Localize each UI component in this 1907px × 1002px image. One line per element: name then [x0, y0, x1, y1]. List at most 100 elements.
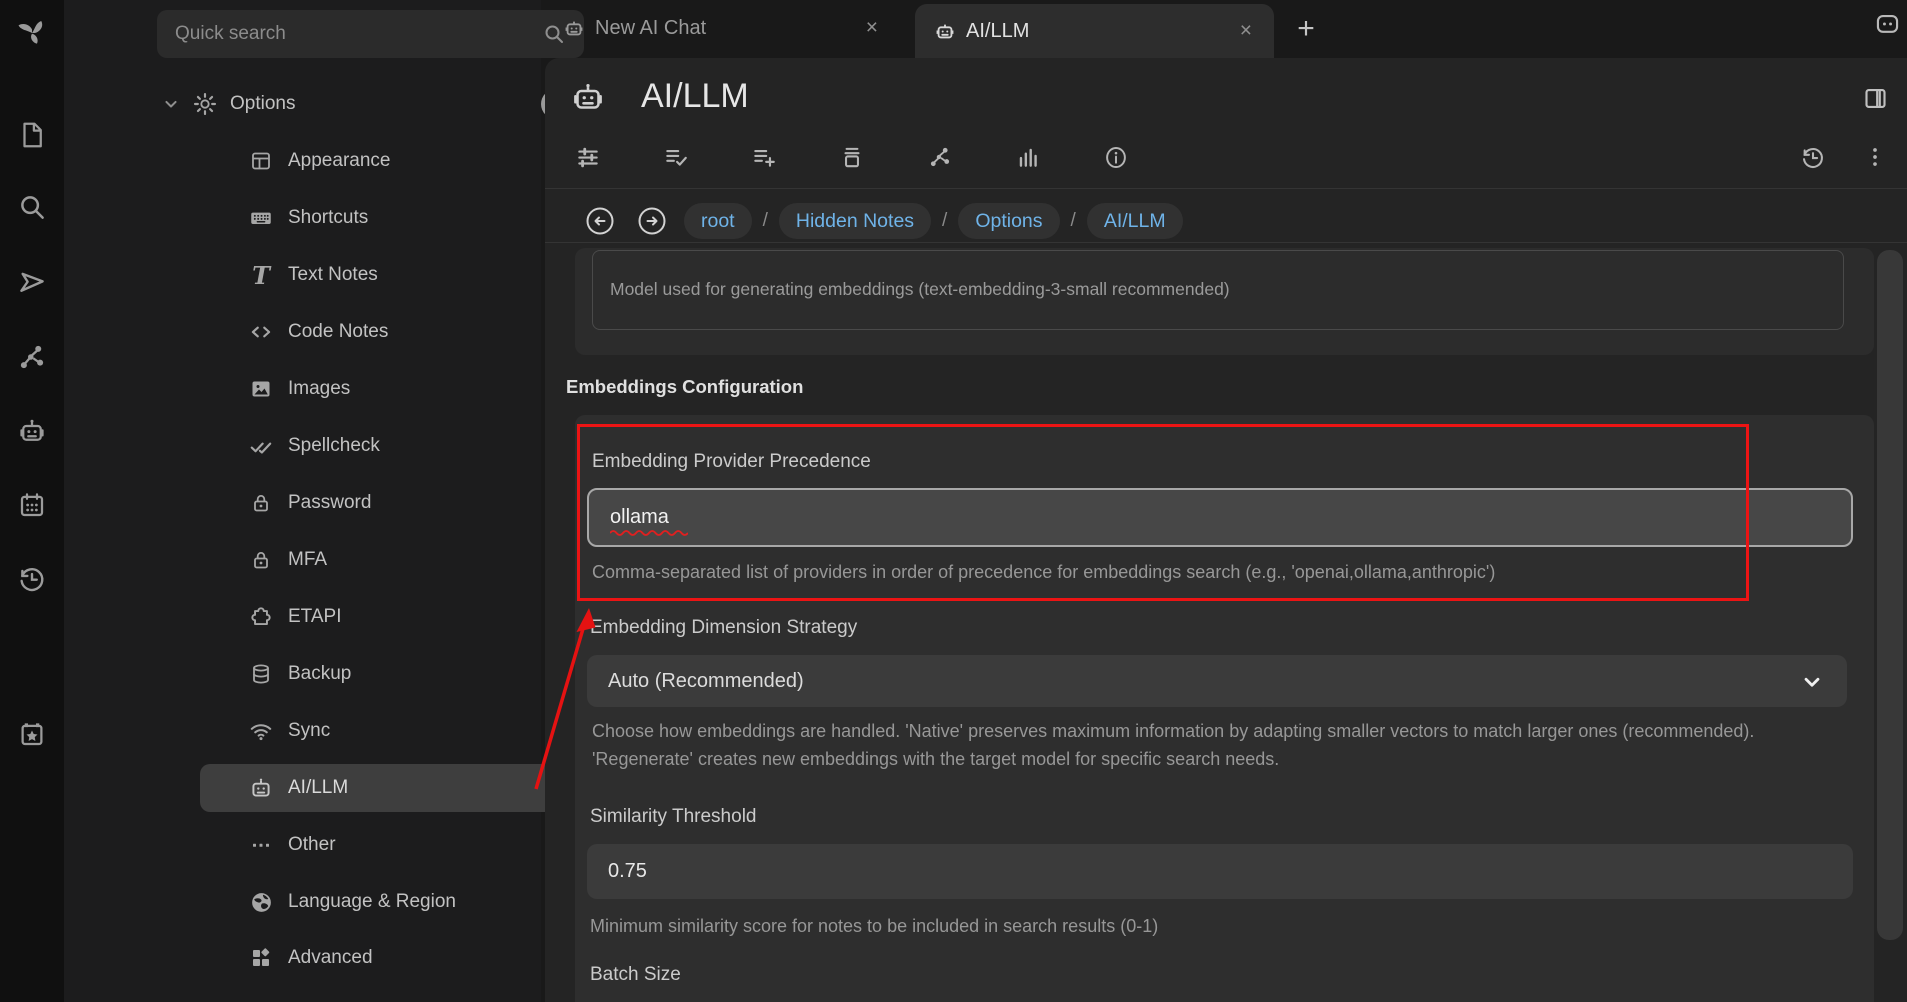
recent-changes-icon[interactable]	[15, 562, 49, 596]
tree-item-label: Text Notes	[288, 264, 378, 286]
select-value: Auto (Recommended)	[608, 670, 804, 693]
ribbon-note-info-icon[interactable]	[1015, 144, 1041, 170]
toggle-right-pane-icon[interactable]	[1862, 85, 1889, 112]
tree-item-label: ETAPI	[288, 606, 342, 628]
ai-chat-icon[interactable]	[15, 414, 49, 448]
tab-ai-llm[interactable]: AI/LLM ×	[915, 4, 1274, 58]
quick-search-placeholder: Quick search	[175, 23, 542, 45]
history-forward-button[interactable]	[638, 207, 666, 235]
robot-icon	[933, 19, 957, 43]
robot-icon	[570, 79, 606, 115]
puzzle-icon	[246, 602, 276, 632]
jump-to-note-icon[interactable]	[15, 265, 49, 299]
appearance-icon	[246, 146, 276, 176]
ribbon-settings-icon[interactable]	[575, 144, 601, 170]
scrollbar-thumb[interactable]	[1877, 250, 1903, 940]
robot-icon	[246, 773, 276, 803]
info-circle-icon[interactable]	[1103, 144, 1129, 170]
chevron-down-icon	[1799, 669, 1825, 695]
tree-item-label: AI/LLM	[288, 777, 348, 799]
tree-item-backup[interactable]: Backup	[246, 650, 351, 698]
code-icon	[246, 317, 276, 347]
breadcrumb-separator: /	[942, 210, 947, 232]
tree-item-advanced[interactable]: Advanced	[246, 934, 373, 982]
tree-item-label: Backup	[288, 663, 351, 685]
tree-item-label: Language & Region	[288, 891, 456, 913]
field-description: Minimum similarity score for notes to be…	[590, 912, 1158, 940]
tree-item-ai-llm[interactable]: AI/LLM	[246, 764, 348, 812]
annotation-red-box	[577, 424, 1749, 601]
tree-item-etapi[interactable]: ETAPI	[246, 593, 342, 641]
database-icon	[246, 659, 276, 689]
tree-item-sync[interactable]: Sync	[246, 707, 330, 755]
tree-item-label: Code Notes	[288, 321, 388, 343]
close-tab-icon[interactable]: ×	[862, 14, 882, 42]
search-icon[interactable]	[15, 190, 49, 224]
trilium-logo-icon	[15, 16, 49, 50]
dimension-strategy-select[interactable]: Auto (Recommended)	[587, 655, 1847, 707]
new-tab-button[interactable]: +	[1290, 13, 1322, 45]
tree-item-label: Other	[288, 834, 336, 856]
tree-item-other[interactable]: Other	[246, 821, 336, 869]
ribbon-basic-properties-icon[interactable]	[663, 144, 689, 170]
quick-search-input[interactable]: Quick search	[157, 10, 584, 58]
tree-item-text-notes[interactable]: T Text Notes	[246, 251, 378, 299]
wifi-icon	[246, 716, 276, 746]
app-window: Quick search Options Appearance Sh	[0, 0, 1907, 1002]
breadcrumb: root / Hidden Notes / Options / AI/LLM	[684, 202, 1183, 240]
tree-item-label: MFA	[288, 549, 327, 571]
calendar-icon[interactable]	[15, 488, 49, 522]
tree-item-options[interactable]: Options	[160, 80, 295, 128]
chat-bubble-icon[interactable]	[1874, 11, 1901, 38]
breadcrumb-separator: /	[1071, 210, 1076, 232]
lock-icon	[246, 488, 276, 518]
chevron-down-icon[interactable]	[160, 89, 182, 119]
field-label-batch-size: Batch Size	[590, 964, 681, 986]
tree-item-label: Password	[288, 492, 371, 514]
tree-item-password[interactable]: Password	[246, 479, 371, 527]
breadcrumb-root[interactable]: root	[684, 203, 752, 239]
robot-icon	[562, 16, 586, 40]
tree-item-mfa[interactable]: MFA	[246, 536, 327, 584]
grid-icon	[246, 943, 276, 973]
keyboard-icon	[246, 203, 276, 233]
tree-item-code-notes[interactable]: Code Notes	[246, 308, 388, 356]
breadcrumb-separator: /	[763, 210, 768, 232]
tree-item-label: Options	[230, 93, 295, 115]
lock-icon	[246, 545, 276, 575]
tree-item-label: Images	[288, 378, 350, 400]
tab-new-ai-chat[interactable]: New AI Chat ×	[556, 0, 888, 56]
tree-item-language-region[interactable]: Language & Region	[246, 878, 456, 926]
embedding-model-description: Model used for generating embeddings (te…	[610, 279, 1230, 300]
tree-item-label: Sync	[288, 720, 330, 742]
note-tree-panel: Quick search Options Appearance Sh	[64, 0, 541, 1002]
globe-icon	[246, 887, 276, 917]
tree-item-label: Appearance	[288, 150, 390, 172]
tree-item-shortcuts[interactable]: Shortcuts	[246, 194, 368, 242]
ribbon-note-paths-icon[interactable]	[839, 144, 865, 170]
breadcrumb-options[interactable]: Options	[958, 203, 1059, 239]
note-revisions-icon[interactable]	[1800, 144, 1826, 170]
text-icon: T	[246, 260, 276, 290]
tab-label: New AI Chat	[595, 17, 862, 40]
similarity-threshold-input[interactable]: 0.75	[587, 844, 1853, 899]
bookmark-day-icon[interactable]	[15, 717, 49, 751]
tree-item-appearance[interactable]: Appearance	[246, 137, 390, 185]
history-back-button[interactable]	[586, 207, 614, 235]
spellcheck-icon	[246, 431, 276, 461]
field-label-similarity-threshold: Similarity Threshold	[590, 806, 756, 828]
ribbon-owned-attributes-icon[interactable]	[751, 144, 777, 170]
breadcrumb-hidden-notes[interactable]: Hidden Notes	[779, 203, 931, 239]
image-icon	[246, 374, 276, 404]
note-title[interactable]: AI/LLM	[641, 77, 749, 116]
tree-item-spellcheck[interactable]: Spellcheck	[246, 422, 380, 470]
tree-item-images[interactable]: Images	[246, 365, 350, 413]
kebab-menu-icon[interactable]	[1862, 144, 1888, 170]
new-note-icon[interactable]	[15, 118, 49, 152]
ribbon-note-map-icon[interactable]	[927, 144, 953, 170]
close-tab-icon[interactable]: ×	[1236, 17, 1256, 45]
divider	[545, 242, 1907, 243]
input-value: 0.75	[608, 860, 647, 883]
breadcrumb-ai-llm[interactable]: AI/LLM	[1087, 203, 1183, 239]
note-map-icon[interactable]	[15, 340, 49, 374]
